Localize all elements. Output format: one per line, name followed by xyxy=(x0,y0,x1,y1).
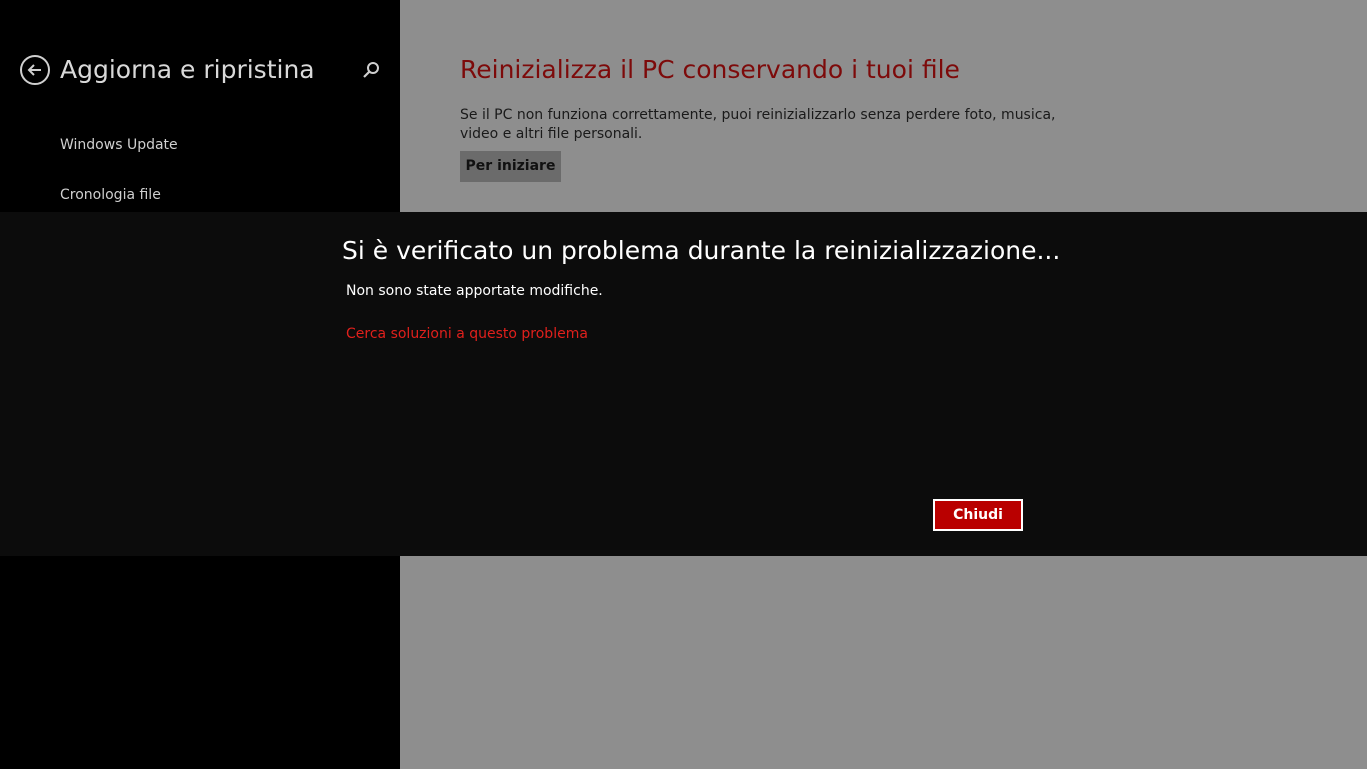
find-solutions-link[interactable]: Cerca soluzioni a questo problema xyxy=(346,324,588,344)
close-button[interactable]: Chiudi xyxy=(933,499,1023,531)
dialog-title: Si è verificato un problema durante la r… xyxy=(342,236,1061,265)
section-title: Reinizializza il PC conservando i tuoi f… xyxy=(460,55,960,84)
search-button[interactable] xyxy=(360,60,382,82)
back-button[interactable] xyxy=(20,55,50,85)
section-description: Se il PC non funziona correttamente, puo… xyxy=(460,107,1056,142)
get-started-button[interactable]: Per iniziare xyxy=(460,151,561,182)
sidebar-item-windows-update[interactable]: Windows Update xyxy=(60,135,178,155)
sidebar-title: Aggiorna e ripristina xyxy=(60,55,315,84)
back-arrow-icon xyxy=(27,64,41,76)
dialog-message: Non sono state apportate modifiche. xyxy=(346,283,603,299)
error-dialog: Si è verificato un problema durante la r… xyxy=(0,212,1367,556)
search-icon xyxy=(363,62,379,78)
sidebar-item-file-history[interactable]: Cronologia file xyxy=(60,185,161,205)
pc-settings-screen: Aggiorna e ripristina Windows Update Cro… xyxy=(0,0,1367,769)
